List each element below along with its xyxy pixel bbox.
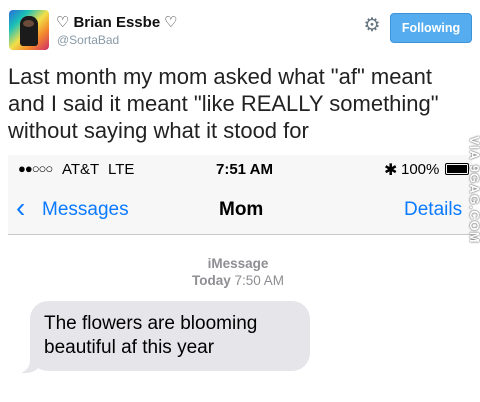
status-bar: ●●○○○ AT&T LTE 7:51 AM ✱ 100% xyxy=(8,155,472,183)
user-handle[interactable]: @SortaBad xyxy=(57,33,119,47)
details-button[interactable]: Details xyxy=(404,199,462,221)
messages-nav-bar: ‹ Messages Mom Details xyxy=(8,183,472,235)
following-button[interactable]: Following xyxy=(390,13,472,43)
conversation-title: Mom xyxy=(219,199,264,220)
bluetooth-icon: ✱ xyxy=(384,162,398,179)
status-time: 7:51 AM xyxy=(216,161,273,178)
received-message-bubble[interactable]: The flowers are blooming beautiful af th… xyxy=(30,301,310,371)
service-label: iMessage xyxy=(207,256,269,271)
watermark: VIA 9GAG.COM xyxy=(467,136,480,244)
screenshot-page: ♡ Brian Essbe ♡ @SortaBad ⚙ Following La… xyxy=(0,0,480,402)
carrier-label: AT&T xyxy=(62,161,100,178)
message-timestamp: Today 7:50 AM xyxy=(8,273,468,288)
battery-percent: 100% xyxy=(401,161,440,178)
display-name[interactable]: Brian Essbe xyxy=(73,14,160,31)
heart-icon: ♡ xyxy=(164,14,178,31)
timestamp-day: Today xyxy=(191,273,231,288)
avatar[interactable] xyxy=(9,10,49,50)
signal-strength-icon: ●●○○○ xyxy=(18,161,53,176)
network-type: LTE xyxy=(108,161,135,178)
embedded-phone-screenshot: ●●○○○ AT&T LTE 7:51 AM ✱ 100% ‹ Messages… xyxy=(8,155,480,400)
timestamp-time: 7:50 AM xyxy=(234,273,285,288)
gear-icon[interactable]: ⚙ xyxy=(363,16,381,35)
heart-icon: ♡ xyxy=(56,14,70,31)
chevron-left-icon[interactable]: ‹ xyxy=(16,193,25,223)
tweet-text: Last month my mom asked what "af" meant … xyxy=(8,64,439,143)
avatar-figure xyxy=(20,16,38,46)
author-name-row[interactable]: ♡ Brian Essbe ♡ xyxy=(56,14,178,31)
back-to-messages-button[interactable]: Messages xyxy=(42,199,129,221)
